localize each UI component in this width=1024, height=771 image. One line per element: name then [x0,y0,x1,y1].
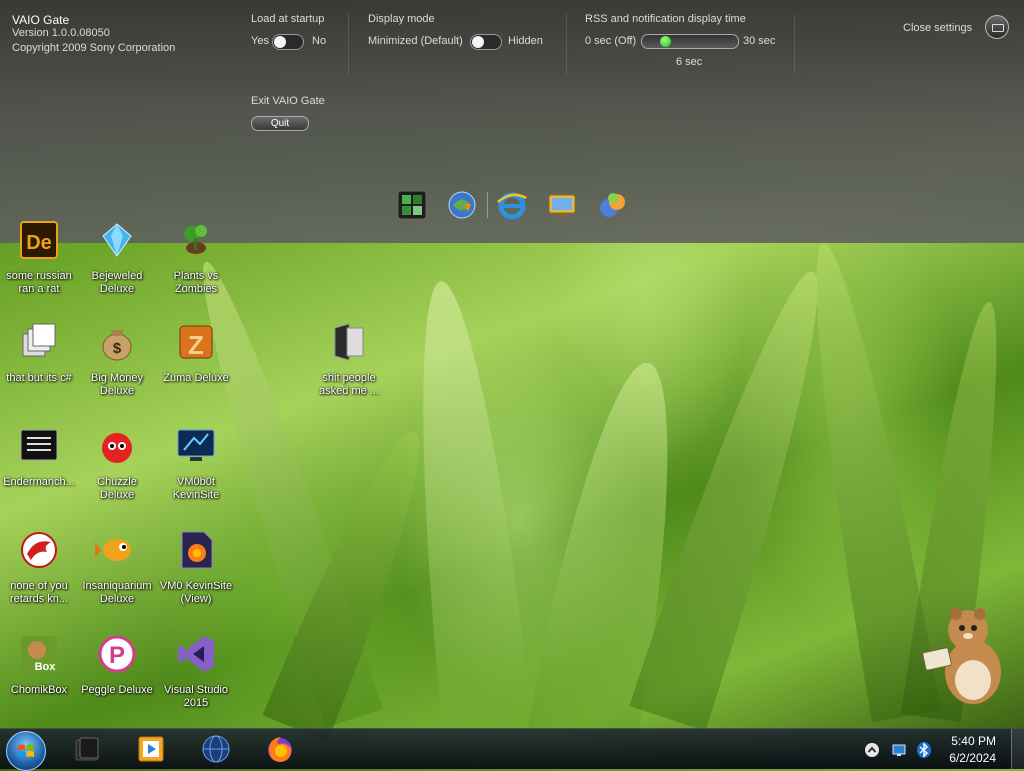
money-bag-icon: $ [102,330,132,361]
media-player-icon[interactable] [135,733,167,765]
terminal-icon [20,429,58,461]
desktop-icon-label: Plants vs Zombies [173,270,219,295]
toolbox-icon[interactable] [985,15,1009,39]
svg-text:Z: Z [188,330,204,360]
chuzzle-icon [102,433,132,463]
desktop-icon-label: ChomikBox [10,684,68,696]
divider [566,14,567,74]
dreamweaver-icon: De [20,221,58,259]
desktop-icon-label: Insaniquarium Deluxe [82,580,152,605]
start-button[interactable] [6,731,46,771]
rss-slider-knob[interactable] [660,36,671,47]
desktop-icon-label: Visual Studio 2015 [163,684,228,709]
desktop-icon-label: none of you retards kn... [9,580,69,605]
desktop-icon-label: some russian ran a rat [6,270,72,295]
svg-text:P: P [109,642,125,669]
rss-max-label: 30 sec [743,35,776,47]
desktop-icon-some-russian[interactable]: De some russian ran a rat [0,218,78,296]
explorer-icon[interactable] [72,733,104,765]
help-sphere-icon[interactable] [595,188,629,222]
svg-text:$: $ [113,340,122,357]
desktop-icon-label: Zuma Deluxe [163,372,229,384]
rss-value-label: 6 sec [676,56,703,68]
plant-icon [184,225,207,254]
desktop-icon-that-but-its-csharp[interactable]: that but its c# [0,320,78,385]
desktop-icon-chomikbox[interactable]: Box ChomikBox [0,632,78,697]
desktop-icon-label: that but its c# [6,372,72,384]
load-at-startup-yes: Yes [251,35,269,47]
firefox-file-icon [181,531,213,569]
load-at-startup-title: Load at startup [251,13,325,25]
internet-explorer-icon[interactable] [495,188,529,222]
desktop-icon-none-of-you[interactable]: none of you retards kn... [0,528,78,606]
display-mode-hidden: Hidden [508,35,543,47]
media-gallery-icon[interactable] [395,188,429,222]
desktop-icon-label: shit people asked me ... [319,372,379,397]
gem-icon [102,223,132,257]
desktop-icon-visual-studio[interactable]: Visual Studio 2015 [157,632,235,710]
desktop-icon-insaniquarium[interactable]: Insaniquarium Deluxe [78,528,156,606]
visual-studio-icon [178,636,214,672]
desktop-icon-label: Peggle Deluxe [81,684,153,696]
desktop-icon-label: VM0 KevinSite (View) [159,580,233,605]
network-monitor-icon[interactable] [891,742,907,758]
desktop-icon-plants-vs-zombies[interactable]: Plants vs Zombies [157,218,235,296]
rss-display-time-title: RSS and notification display time [585,13,746,25]
desktop-icon-label: Chuzzle Deluxe [97,476,137,501]
desktop-icon-label: VM0b0t KevinSite [172,476,220,501]
clock-time[interactable]: 5:40 PM [951,734,996,748]
clock-date[interactable]: 6/2/2024 [949,751,996,765]
zuma-icon: Z [179,325,213,360]
desktop-icon-bejeweled[interactable]: Bejeweled Deluxe [78,218,156,296]
app-version: Version 1.0.0.08050 [12,27,110,39]
divider [348,14,349,74]
firefox-icon[interactable] [264,733,296,765]
rss-display-time-slider[interactable] [641,34,739,49]
desktop-icon-label: Bejeweled Deluxe [91,270,143,295]
desktop-icon-label: Endermanch... [3,476,75,488]
exit-vaio-gate-title: Exit VAIO Gate [251,95,325,107]
show-hidden-icons-icon[interactable] [864,742,880,758]
show-desktop-button[interactable] [1011,729,1024,769]
hamster-box-icon: Box [21,636,57,673]
display-mode-minimized: Minimized (Default) [368,35,463,47]
dock-divider [487,192,488,218]
taskbar: 5:40 PM 6/2/2024 [0,728,1024,771]
desktop-icon-peggle[interactable]: P Peggle Deluxe [78,632,156,697]
windows-stack-icon [22,323,56,357]
load-at-startup-toggle[interactable] [272,34,304,50]
app-copyright: Copyright 2009 Sony Corporation [12,42,176,54]
svg-text:De: De [26,232,52,254]
desktop-icon-chuzzle[interactable]: Chuzzle Deluxe [78,424,156,502]
desktop-icon-vm0-kevinsite[interactable]: VM0 KevinSite (View) [157,528,235,606]
red-dragon-icon [21,532,57,568]
app-name: VAIO Gate [12,13,70,27]
globe-icon[interactable] [200,733,232,765]
divider [794,14,795,74]
vaio-gate-panel: VAIO Gate Version 1.0.0.08050 Copyright … [0,0,1024,243]
folder-icon [334,323,364,361]
monitor-icon [177,429,215,461]
desktop-icon-zuma[interactable]: Z Zuma Deluxe [157,320,235,385]
browser-download-icon[interactable] [445,188,479,222]
peggle-icon: P [98,635,136,673]
bluetooth-icon[interactable] [916,741,932,759]
windows-logo-icon [18,744,34,757]
desktop-icon-shit-people[interactable]: shit people asked me ... [310,320,388,398]
display-mode-title: Display mode [368,13,435,25]
fish-icon [95,539,131,561]
desktop-icon-vm0b0t[interactable]: VM0b0t KevinSite [157,424,235,502]
monitor-app-icon[interactable] [545,188,579,222]
svg-text:Box: Box [35,661,57,673]
desktop-icon-label: Big Money Deluxe [91,372,143,397]
desktop-icon-big-money[interactable]: $ Big Money Deluxe [78,320,156,398]
close-settings-link[interactable]: Close settings [903,22,972,34]
desktop-icon-endermanch[interactable]: Endermanch... [0,424,78,489]
hamster-gadget-icon[interactable] [918,600,1008,712]
display-mode-toggle[interactable] [470,34,502,50]
rss-min-label: 0 sec (Off) [585,35,637,47]
load-at-startup-no: No [312,35,327,47]
quit-button[interactable]: Quit [251,116,309,131]
